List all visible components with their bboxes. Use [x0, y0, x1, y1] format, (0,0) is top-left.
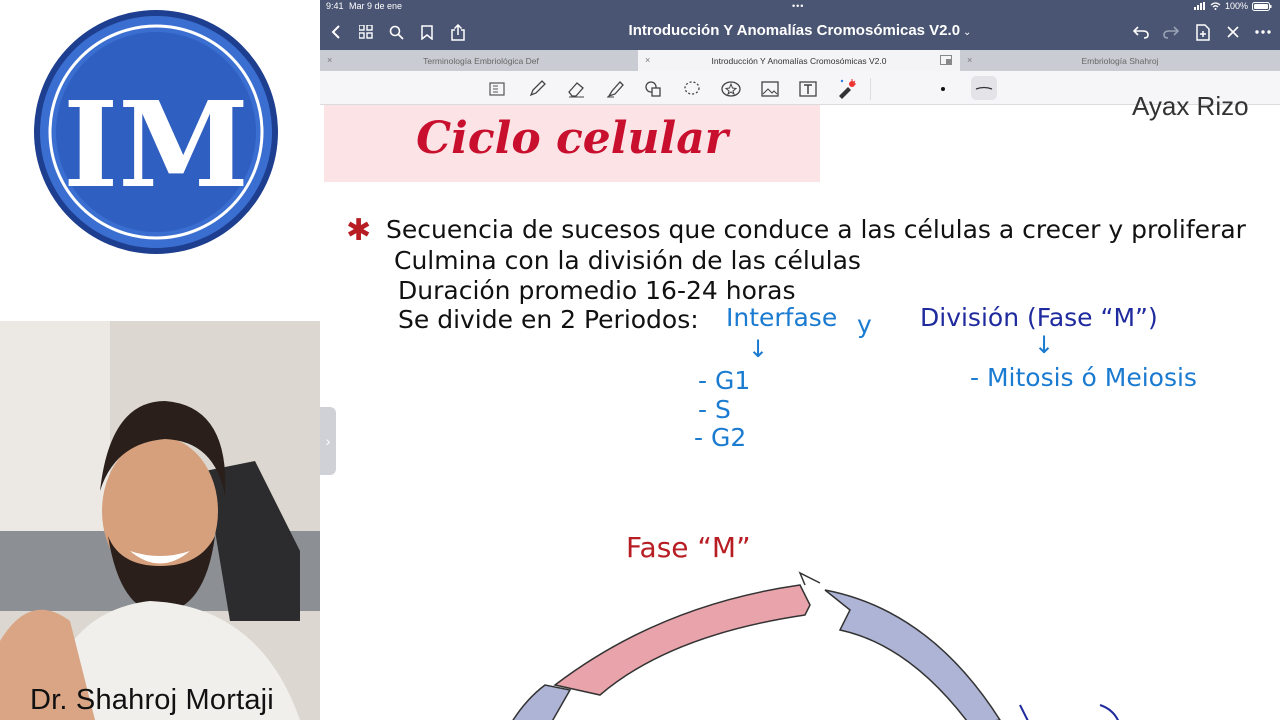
- interfase-item-s: - S: [698, 395, 731, 424]
- status-time: 9:41: [326, 1, 344, 11]
- presenter-panel: IM Dr. Shahroj Mortaji: [0, 0, 320, 720]
- chevron-down-icon: ⌄: [963, 27, 972, 38]
- tab-introduccion[interactable]: × Introducción Y Anomalías Cromosómicas …: [638, 50, 960, 71]
- close-icon[interactable]: [1223, 22, 1243, 42]
- page-title: Ciclo celular: [416, 113, 728, 164]
- battery-icon: [1252, 1, 1272, 11]
- text-icon[interactable]: [797, 78, 819, 100]
- interfase-arrow-icon: ↓: [748, 335, 769, 363]
- sidebar-handle[interactable]: ›: [320, 407, 336, 475]
- lasso-icon[interactable]: [681, 78, 703, 100]
- notes-app-window: 9:41 Mar 9 de ene ••• 100% Introducción …: [320, 0, 1280, 720]
- multitask-dots-icon[interactable]: •••: [792, 1, 804, 11]
- presenter-webcam: [0, 321, 320, 720]
- note-line-3: Duración promedio 16-24 horas: [398, 276, 796, 305]
- division-label: División (Fase “M”): [920, 303, 1158, 332]
- tab-close-icon[interactable]: ×: [327, 55, 332, 65]
- image-icon[interactable]: [759, 78, 781, 100]
- tab-bar: × Terminología Embriológica Def × Introd…: [320, 50, 1280, 71]
- interfase-item-g2: - G2: [694, 423, 747, 452]
- svg-text:IM: IM: [63, 75, 249, 214]
- note-line-2: Culmina con la división de las células: [394, 246, 861, 275]
- author-name: Ayax Rizo: [1132, 91, 1249, 121]
- tab-embriologia[interactable]: × Embriología Shahroj: [960, 50, 1280, 71]
- add-page-icon[interactable]: [1193, 22, 1213, 42]
- status-indicators: 100%: [1193, 1, 1272, 11]
- shapes-icon[interactable]: [642, 78, 664, 100]
- tab-close-icon[interactable]: ×: [967, 55, 972, 65]
- sticker-icon[interactable]: [720, 78, 742, 100]
- bullet-star-icon: ✱: [346, 213, 372, 248]
- reader-icon[interactable]: [486, 78, 508, 100]
- undo-icon[interactable]: [1131, 22, 1151, 42]
- toolbar-divider: [870, 78, 871, 100]
- division-arrow-icon: ↓: [1034, 331, 1055, 359]
- signal-icon: [1193, 2, 1205, 10]
- nav-bar: Introducción Y Anomalías Cromosómicas V2…: [320, 14, 1280, 50]
- diagram-label-fase-m: Fase “M”: [626, 531, 751, 564]
- pen-size-dot[interactable]: [932, 78, 954, 100]
- interfase-item-g1: - G1: [698, 366, 751, 395]
- wifi-icon: [1210, 2, 1221, 10]
- laser-icon[interactable]: [835, 78, 857, 100]
- tab-close-icon[interactable]: ×: [645, 55, 650, 65]
- channel-logo: IM: [34, 10, 278, 254]
- stroke-style-icon[interactable]: [971, 76, 997, 100]
- note-line-1: Secuencia de sucesos que conduce a las c…: [386, 215, 1246, 244]
- title-banner: Ciclo celular: [324, 105, 820, 182]
- battery-percent: 100%: [1224, 1, 1248, 11]
- status-date: Mar 9 de ene: [349, 1, 403, 11]
- tab-terminologia[interactable]: × Terminología Embriológica Def: [320, 50, 642, 71]
- note-page[interactable]: Ciclo celular Ayax Rizo › ✱ Secuencia de…: [320, 91, 1280, 720]
- more-icon[interactable]: [1253, 22, 1273, 42]
- chevron-right-icon: ›: [325, 433, 331, 449]
- highlighter-icon[interactable]: [604, 78, 626, 100]
- eraser-icon[interactable]: [565, 78, 587, 100]
- cell-cycle-diagram: [512, 571, 1119, 720]
- conjunction-y: y: [857, 310, 872, 339]
- split-view-icon[interactable]: [940, 55, 952, 65]
- interfase-label: Interfase: [726, 303, 838, 332]
- redo-icon[interactable]: [1161, 22, 1181, 42]
- presenter-name: Dr. Shahroj Mortaji: [30, 684, 274, 716]
- note-line-4: Se divide en 2 Periodos:: [398, 305, 699, 334]
- status-bar: 9:41 Mar 9 de ene ••• 100%: [320, 0, 1280, 14]
- pen-icon[interactable]: [526, 78, 548, 100]
- division-item-mitosis: - Mitosis ó Meiosis: [970, 363, 1197, 392]
